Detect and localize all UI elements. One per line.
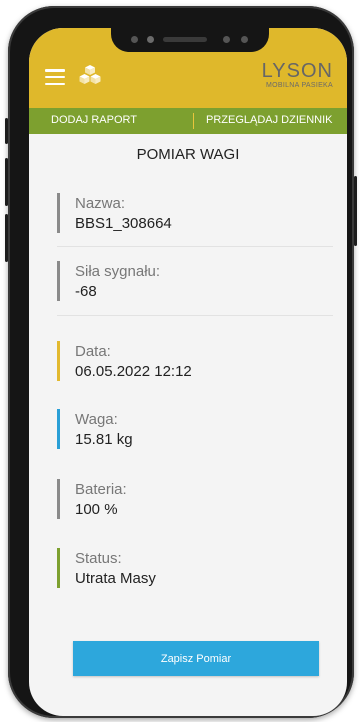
phone-volume-up-button <box>5 158 8 206</box>
logo-subtitle: MOBILNA PASIEKA <box>265 82 333 89</box>
divider <box>57 315 333 316</box>
field-label: Data: <box>75 343 111 360</box>
field-value: BBS1_308664 <box>75 215 172 232</box>
field-accent-bar <box>57 341 60 381</box>
app-screen: LYSON MOBILNA PASIEKA DODAJ RAPORT PRZEG… <box>29 28 347 716</box>
field-accent-bar <box>57 261 60 301</box>
field-accent-bar <box>57 548 60 588</box>
cubes-icon[interactable] <box>77 64 103 88</box>
divider <box>57 246 333 247</box>
field-label: Nazwa: <box>75 195 126 212</box>
field-label: Status: <box>75 550 122 567</box>
field-value: 15.81 kg <box>75 431 133 448</box>
hamburger-icon[interactable] <box>45 69 65 86</box>
phone-power-button <box>354 176 357 246</box>
field-value: 100 % <box>75 501 118 518</box>
page-title: POMIAR WAGI <box>136 146 240 163</box>
phone-frame: LYSON MOBILNA PASIEKA DODAJ RAPORT PRZEG… <box>5 6 357 718</box>
phone-notch <box>111 28 269 52</box>
tab-bar: DODAJ RAPORT PRZEGLĄDAJ DZIENNIK <box>29 108 347 134</box>
field-accent-bar <box>57 479 60 519</box>
field-accent-bar <box>57 409 60 449</box>
tab-browse-log[interactable]: PRZEGLĄDAJ DZIENNIK <box>206 114 333 126</box>
logo-text: LYSON <box>261 60 333 82</box>
field-accent-bar <box>57 193 60 233</box>
phone-volume-down-button <box>5 214 8 262</box>
field-value: 06.05.2022 12:12 <box>75 363 192 380</box>
field-label: Siła sygnału: <box>75 263 161 280</box>
field-value: Utrata Masy <box>75 570 156 587</box>
save-measurement-button[interactable]: Zapisz Pomiar <box>73 641 319 676</box>
phone-side-button <box>5 118 8 144</box>
field-label: Bateria: <box>75 481 127 498</box>
lyson-logo: LYSON MOBILNA PASIEKA <box>262 61 333 89</box>
tab-add-report[interactable]: DODAJ RAPORT <box>51 114 137 126</box>
field-value: -68 <box>75 283 97 300</box>
field-label: Waga: <box>75 411 118 428</box>
tab-separator <box>193 113 194 129</box>
